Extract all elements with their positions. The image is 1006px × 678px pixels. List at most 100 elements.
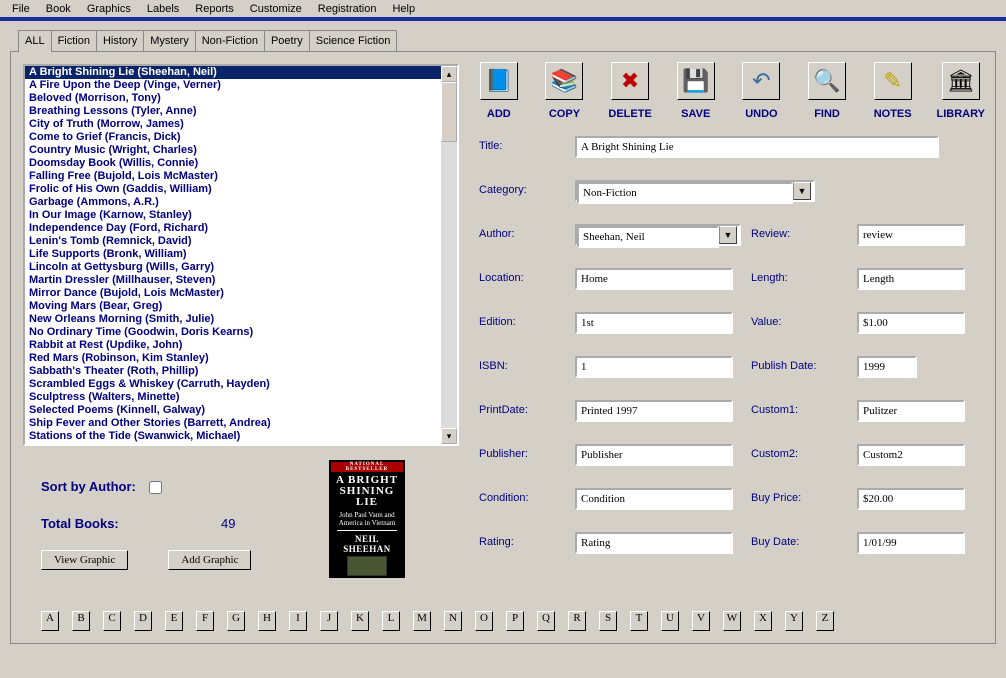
alpha-a-button[interactable]: A [41, 611, 59, 631]
list-item[interactable]: Tehanu (LeGuin, Ursula K.) [25, 443, 441, 444]
chevron-down-icon[interactable]: ▼ [793, 182, 811, 200]
list-item[interactable]: A Bright Shining Lie (Sheehan, Neil) [25, 66, 441, 79]
list-item[interactable]: Rabbit at Rest (Updike, John) [25, 339, 441, 352]
rating-field[interactable] [575, 532, 733, 554]
title-field[interactable] [575, 136, 939, 158]
tab-science-fiction[interactable]: Science Fiction [309, 30, 398, 51]
menu-customize[interactable]: Customize [242, 2, 310, 15]
alpha-h-button[interactable]: H [258, 611, 276, 631]
list-item[interactable]: Life Supports (Bronk, William) [25, 248, 441, 261]
alpha-e-button[interactable]: E [165, 611, 183, 631]
sort-by-author-checkbox[interactable] [149, 481, 162, 494]
alpha-d-button[interactable]: D [134, 611, 152, 631]
alpha-v-button[interactable]: V [692, 611, 710, 631]
category-field[interactable] [577, 182, 793, 204]
tab-history[interactable]: History [96, 30, 144, 51]
list-item[interactable]: Mirror Dance (Bujold, Lois McMaster) [25, 287, 441, 300]
list-item[interactable]: New Orleans Morning (Smith, Julie) [25, 313, 441, 326]
author-combo[interactable]: ▼ [575, 224, 741, 246]
list-item[interactable]: Breathing Lessons (Tyler, Anne) [25, 105, 441, 118]
alpha-q-button[interactable]: Q [537, 611, 555, 631]
list-item[interactable]: Beloved (Morrison, Tony) [25, 92, 441, 105]
buy-price-field[interactable] [857, 488, 965, 510]
custom1-field[interactable] [857, 400, 965, 422]
list-item[interactable]: Falling Free (Bujold, Lois McMaster) [25, 170, 441, 183]
isbn-field[interactable] [575, 356, 733, 378]
alpha-n-button[interactable]: N [444, 611, 462, 631]
tab-poetry[interactable]: Poetry [264, 30, 310, 51]
scroll-thumb[interactable] [441, 82, 457, 142]
alpha-k-button[interactable]: K [351, 611, 369, 631]
list-item[interactable]: Lincoln at Gettysburg (Wills, Garry) [25, 261, 441, 274]
vertical-scrollbar[interactable]: ▴ ▾ [441, 66, 457, 444]
alpha-j-button[interactable]: J [320, 611, 338, 631]
menu-book[interactable]: Book [38, 2, 79, 15]
publish-date-field[interactable] [857, 356, 917, 378]
location-field[interactable] [575, 268, 733, 290]
alpha-i-button[interactable]: I [289, 611, 307, 631]
alpha-t-button[interactable]: T [630, 611, 648, 631]
list-item[interactable]: Country Music (Wright, Charles) [25, 144, 441, 157]
copy-button[interactable]: 📚COPY [543, 62, 587, 120]
list-item[interactable]: A Fire Upon the Deep (Vinge, Verner) [25, 79, 441, 92]
alpha-p-button[interactable]: P [506, 611, 524, 631]
list-item[interactable]: Doomsday Book (Willis, Connie) [25, 157, 441, 170]
custom2-field[interactable] [857, 444, 965, 466]
notes-button[interactable]: ✎NOTES [871, 62, 915, 120]
list-item[interactable]: City of Truth (Morrow, James) [25, 118, 441, 131]
list-item[interactable]: Garbage (Ammons, A.R.) [25, 196, 441, 209]
category-combo[interactable]: ▼ [575, 180, 815, 202]
book-listbox[interactable]: A Bright Shining Lie (Sheehan, Neil)A Fi… [23, 64, 459, 446]
list-item[interactable]: Selected Poems (Kinnell, Galway) [25, 404, 441, 417]
tab-non-fiction[interactable]: Non-Fiction [195, 30, 265, 51]
length-field[interactable] [857, 268, 965, 290]
value-field[interactable] [857, 312, 965, 334]
list-item[interactable]: Sabbath's Theater (Roth, Phillip) [25, 365, 441, 378]
chevron-down-icon[interactable]: ▼ [719, 226, 737, 244]
review-field[interactable] [857, 224, 965, 246]
alpha-m-button[interactable]: M [413, 611, 431, 631]
tab-fiction[interactable]: Fiction [51, 30, 97, 51]
list-item[interactable]: No Ordinary Time (Goodwin, Doris Kearns) [25, 326, 441, 339]
menu-graphics[interactable]: Graphics [79, 2, 139, 15]
list-item[interactable]: Sculptress (Walters, Minette) [25, 391, 441, 404]
list-item[interactable]: In Our Image (Karnow, Stanley) [25, 209, 441, 222]
alpha-s-button[interactable]: S [599, 611, 617, 631]
alpha-z-button[interactable]: Z [816, 611, 834, 631]
alpha-x-button[interactable]: X [754, 611, 772, 631]
list-item[interactable]: Red Mars (Robinson, Kim Stanley) [25, 352, 441, 365]
list-item[interactable]: Scrambled Eggs & Whiskey (Carruth, Hayde… [25, 378, 441, 391]
tab-all[interactable]: ALL [18, 30, 52, 52]
author-field[interactable] [577, 226, 719, 248]
buy-date-field[interactable] [857, 532, 965, 554]
condition-field[interactable] [575, 488, 733, 510]
menu-file[interactable]: File [4, 2, 38, 15]
delete-button[interactable]: ✖DELETE [608, 62, 652, 120]
add-button[interactable]: 📘ADD [477, 62, 521, 120]
menu-labels[interactable]: Labels [139, 2, 187, 15]
list-item[interactable]: Ship Fever and Other Stories (Barrett, A… [25, 417, 441, 430]
alpha-f-button[interactable]: F [196, 611, 214, 631]
alpha-c-button[interactable]: C [103, 611, 121, 631]
alpha-u-button[interactable]: U [661, 611, 679, 631]
list-item[interactable]: Lenin's Tomb (Remnick, David) [25, 235, 441, 248]
find-button[interactable]: 🔍FIND [805, 62, 849, 120]
add-graphic-button[interactable]: Add Graphic [168, 550, 251, 570]
alpha-o-button[interactable]: O [475, 611, 493, 631]
publisher-field[interactable] [575, 444, 733, 466]
tab-mystery[interactable]: Mystery [143, 30, 196, 51]
alpha-l-button[interactable]: L [382, 611, 400, 631]
list-item[interactable]: Independence Day (Ford, Richard) [25, 222, 441, 235]
print-date-field[interactable] [575, 400, 733, 422]
alpha-w-button[interactable]: W [723, 611, 741, 631]
list-item[interactable]: Martin Dressler (Millhauser, Steven) [25, 274, 441, 287]
alpha-r-button[interactable]: R [568, 611, 586, 631]
scroll-up-button[interactable]: ▴ [441, 66, 457, 82]
alpha-b-button[interactable]: B [72, 611, 90, 631]
edition-field[interactable] [575, 312, 733, 334]
alpha-g-button[interactable]: G [227, 611, 245, 631]
list-item[interactable]: Moving Mars (Bear, Greg) [25, 300, 441, 313]
list-item[interactable]: Stations of the Tide (Swanwick, Michael) [25, 430, 441, 443]
alpha-y-button[interactable]: Y [785, 611, 803, 631]
view-graphic-button[interactable]: View Graphic [41, 550, 128, 570]
